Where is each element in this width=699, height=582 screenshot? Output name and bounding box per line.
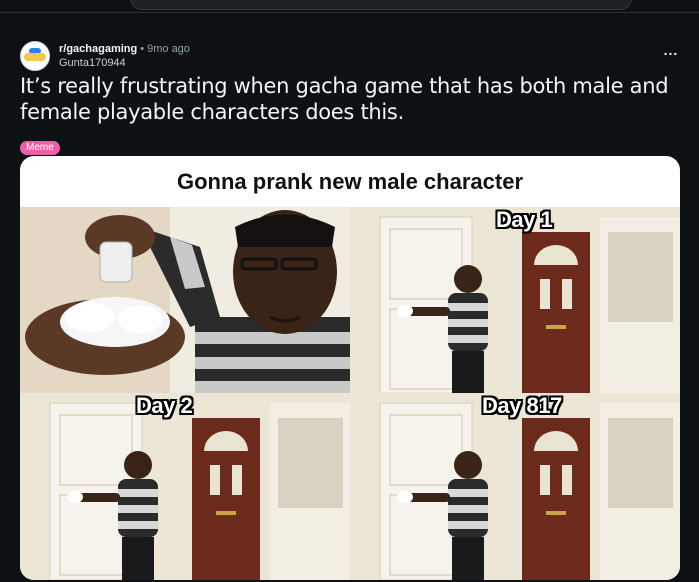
avatar-detail-band <box>24 53 46 61</box>
author-link[interactable]: Gunta170944 <box>59 57 190 70</box>
closeup-illustration <box>20 207 350 393</box>
meme-panel-day-1: Day 1 <box>350 207 680 393</box>
hallway-scene <box>20 393 350 580</box>
meme-caption: Gonna prank new male character <box>176 168 524 194</box>
top-navigation-bar <box>0 0 699 13</box>
meme-panel-closeup <box>20 207 350 393</box>
post-title[interactable]: It’s really frustrating when gacha game … <box>20 73 670 125</box>
post-age: 9mo ago <box>147 42 190 55</box>
post-header: r/gachagaming • 9mo ago Gunta170944 <box>20 40 190 72</box>
post-flair[interactable]: Meme <box>20 141 60 155</box>
meme-panel-day-817: Day 817 <box>350 393 680 580</box>
post-image[interactable]: Gonna prank new male character Day 1 Day… <box>20 156 680 580</box>
hallway-scene <box>350 393 680 580</box>
more-options-button[interactable]: ... <box>660 43 682 62</box>
post-meta: r/gachagaming • 9mo ago Gunta170944 <box>59 43 190 70</box>
subreddit-link[interactable]: r/gachagaming <box>59 43 137 56</box>
day-label: Day 817 <box>482 393 562 418</box>
meta-separator: • <box>140 42 145 55</box>
hallway-scene <box>350 207 680 393</box>
search-bar[interactable] <box>130 0 632 10</box>
day-label: Day 1 <box>496 207 553 232</box>
day-label: Day 2 <box>136 393 193 418</box>
subreddit-avatar[interactable] <box>20 41 50 71</box>
meme-panel-day-2: Day 2 <box>20 393 350 580</box>
